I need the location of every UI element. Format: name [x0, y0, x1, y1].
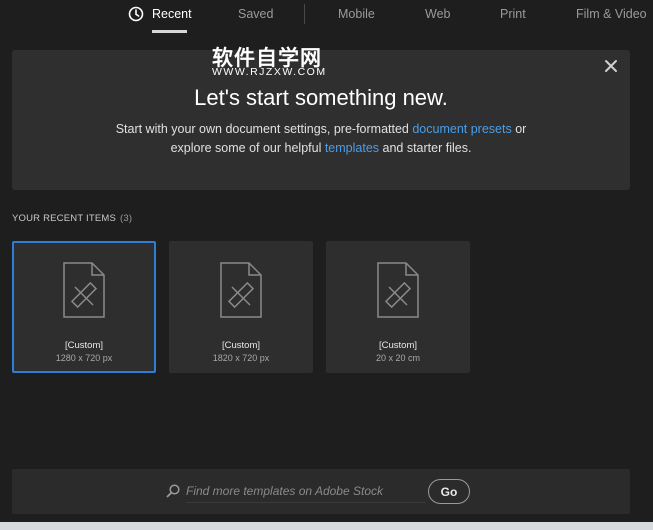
hero-title: Let's start something new. [194, 85, 448, 110]
tab-web[interactable]: Web [425, 7, 450, 21]
tab-film-video[interactable]: Film & Video [576, 7, 647, 21]
document-pencil-icon [377, 262, 419, 318]
recent-item-title: [Custom] [64, 340, 103, 351]
search-input-underline [186, 502, 426, 503]
recent-item-size: 1820 x 720 px [212, 353, 270, 363]
tab-recent[interactable]: Recent [152, 7, 192, 21]
recent-item-card[interactable]: [Custom] 20 x 20 cm [326, 241, 470, 373]
recent-item-card[interactable]: [Custom] 1820 x 720 px [169, 241, 313, 373]
recent-items-heading: YOUR RECENT ITEMS (3) [12, 213, 132, 224]
recent-item-size: 1280 x 720 px [55, 353, 113, 363]
template-search-input[interactable] [186, 482, 426, 500]
recent-item-title: [Custom] [378, 340, 417, 351]
document-presets-link[interactable]: document presets [412, 122, 511, 136]
tab-saved[interactable]: Saved [238, 7, 273, 21]
hero-description: Start with your own document settings, p… [12, 120, 630, 158]
recent-item-card[interactable]: [Custom] 1280 x 720 px [12, 241, 156, 373]
watermark-url: WWW.RJZXW.COM [212, 66, 327, 78]
active-tab-indicator [152, 30, 187, 33]
hero-text-line1-start: Start with your own document settings, p… [115, 122, 413, 136]
document-pencil-icon [220, 262, 262, 318]
top-tab-bar: Recent Saved Mobile Web Print Film & Vid… [0, 0, 653, 33]
window-bottom-edge [0, 522, 653, 530]
hero-text-line2-end: and starter files. [379, 141, 472, 155]
tab-mobile[interactable]: Mobile [338, 7, 375, 21]
clock-icon [128, 6, 144, 22]
document-pencil-icon [63, 262, 105, 318]
recent-items-count: (3) [120, 213, 133, 224]
go-button[interactable]: Go [428, 479, 470, 504]
tab-print[interactable]: Print [500, 7, 526, 21]
hero-text-line2-start: explore some of our helpful [170, 141, 325, 155]
recent-items-label: YOUR RECENT ITEMS [12, 213, 117, 224]
templates-link[interactable]: templates [325, 141, 379, 155]
template-search-bar: Go [12, 469, 630, 514]
recent-item-title: [Custom] [221, 340, 260, 351]
hero-text-line1-end: or [511, 122, 527, 136]
tab-divider [304, 4, 305, 24]
recent-item-size: 20 x 20 cm [375, 353, 421, 363]
close-icon[interactable] [604, 59, 618, 73]
search-icon [166, 484, 180, 498]
